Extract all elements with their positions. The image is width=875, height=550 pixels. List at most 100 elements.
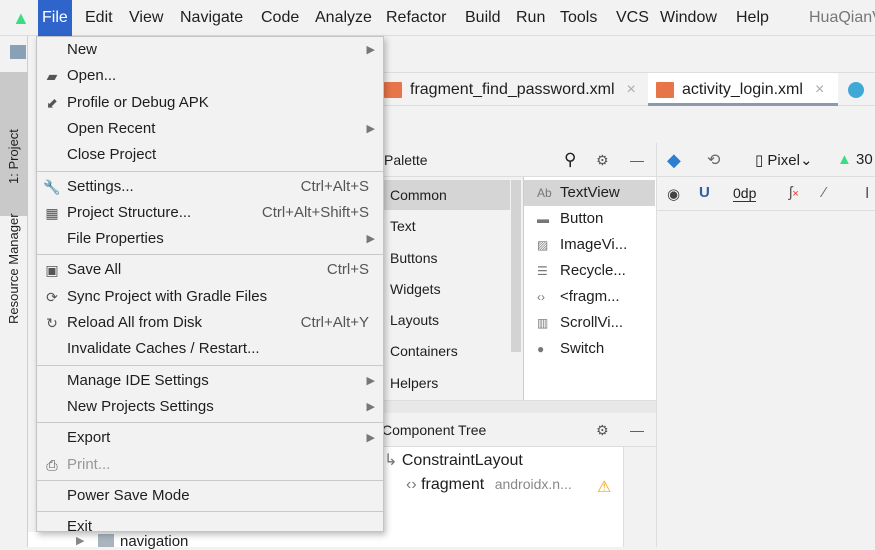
android-icon: ▲ — [837, 151, 852, 168]
align-icon[interactable]: Ⅰ — [865, 184, 869, 202]
palette-widget[interactable]: Ab TextView — [524, 180, 655, 206]
palette-category-widgets[interactable]: Widgets — [384, 274, 510, 304]
menu-navigate[interactable]: Navigate — [176, 0, 247, 36]
menu-edit[interactable]: Edit — [81, 0, 117, 36]
component-tree-title: Component Tree — [382, 422, 487, 438]
editor-tabs: fragment_find_password.xml × activity_log… — [376, 72, 875, 106]
project-folder-icon[interactable] — [10, 45, 26, 59]
api-label: 30 — [856, 151, 873, 168]
menu-item-label: Export — [67, 429, 111, 447]
file-menu-item-export[interactable]: Export ▶ — [37, 425, 383, 451]
class-file-icon[interactable] — [848, 82, 864, 98]
search-icon[interactable]: ⚲ — [564, 143, 576, 177]
menu-separator — [37, 364, 383, 366]
android-logo-icon: ▲ — [12, 8, 30, 28]
palette-category-layouts[interactable]: Layouts — [384, 305, 510, 335]
minimize-icon[interactable]: — — [630, 413, 644, 447]
file-menu-item-settings[interactable]: 🔧 Settings... Ctrl+Alt+S — [37, 174, 383, 200]
menu-file[interactable]: File — [38, 0, 72, 36]
file-menu-item-exit[interactable]: Exit — [37, 514, 383, 540]
tree-item-fragment[interactable]: ‹› fragment androidx.n... — [406, 476, 572, 494]
tab-fragment-find-password[interactable]: fragment_find_password.xml × — [376, 73, 646, 106]
menu-view[interactable]: View — [125, 0, 167, 36]
file-menu-item-profile-or-debug-apk[interactable]: ⬋ Profile or Debug APK — [37, 90, 383, 116]
menu-tools[interactable]: Tools — [556, 0, 601, 36]
api-selector[interactable]: ▲ 30 — [837, 151, 873, 168]
design-toolbar: ◆ ⟲ ▯ Pixel⌄ ▲ 30 — [656, 143, 875, 177]
menu-vcs[interactable]: VCS — [612, 0, 653, 36]
file-menu-item-new[interactable]: New ▶ — [37, 37, 383, 63]
reload-icon: ↻ — [46, 315, 58, 331]
layers-icon[interactable]: ◆ — [667, 150, 681, 171]
menu-window[interactable]: Window — [656, 0, 721, 36]
rotate-icon[interactable]: ⟲ — [707, 150, 720, 170]
palette-widget[interactable]: ‹› <fragm... — [524, 284, 655, 310]
file-menu-item-print[interactable]: ⎙ Print... — [37, 452, 383, 478]
close-tab-icon[interactable]: × — [815, 81, 824, 98]
gear-icon[interactable]: ⚙ — [596, 413, 609, 447]
palette-category-buttons[interactable]: Buttons — [384, 243, 510, 273]
xml-file-icon — [384, 82, 402, 98]
menu-run[interactable]: Run — [512, 0, 549, 36]
palette-category-common[interactable]: Common — [384, 180, 510, 210]
palette-category-containers[interactable]: Containers — [384, 336, 510, 366]
menu-build[interactable]: Build — [461, 0, 505, 36]
menu-item-label: Open Recent — [67, 119, 156, 137]
submenu-arrow-icon: ▶ — [366, 400, 375, 413]
file-menu-item-open[interactable]: ▰ Open... — [37, 63, 383, 89]
menu-refactor[interactable]: Refactor — [382, 0, 450, 36]
palette-category-helpers[interactable]: Helpers — [384, 368, 510, 398]
file-menu-item-invalidate-caches-restart[interactable]: Invalidate Caches / Restart... — [37, 336, 383, 362]
file-menu-item-file-properties[interactable]: File Properties ▶ — [37, 226, 383, 252]
device-selector[interactable]: ▯ Pixel⌄ — [755, 151, 813, 169]
palette-widget[interactable]: ▬ Button — [524, 206, 655, 232]
widget-label: Recycle... — [560, 262, 626, 279]
menu-item-label: Exit — [67, 518, 93, 536]
palette-widget[interactable]: ▨ ImageVi... — [524, 232, 655, 258]
shortcut-label: Ctrl+Alt+S — [300, 177, 369, 195]
splitter[interactable] — [376, 400, 656, 413]
magic-wand-icon[interactable]: ⁄ — [823, 184, 826, 201]
palette-widget[interactable]: ● Switch — [524, 336, 655, 362]
menu-item-label: Print... — [67, 455, 111, 473]
menu-item-label: Close Project — [67, 146, 157, 164]
menu-code[interactable]: Code — [257, 0, 303, 36]
widget-icon: ▥ — [537, 316, 549, 330]
palette-widget[interactable]: ▥ ScrollVi... — [524, 310, 655, 336]
menu-analyze[interactable]: Analyze — [311, 0, 376, 36]
tree-item-constraintlayout[interactable]: ↳ ConstraintLayout — [384, 450, 523, 470]
eye-icon[interactable]: ◉ — [667, 185, 680, 203]
file-menu-item-close-project[interactable]: Close Project — [37, 142, 383, 168]
left-tool-strip: 1: Project Resource Manager — [0, 36, 28, 547]
close-tab-icon[interactable]: × — [627, 81, 636, 98]
file-menu-item-project-structure[interactable]: ▦ Project Structure... Ctrl+Alt+Shift+S — [37, 200, 383, 226]
menu-bar: ▲ File Edit View Navigate Code Analyze R… — [0, 0, 875, 36]
minimize-icon[interactable]: — — [630, 143, 644, 177]
tab-label: activity_login.xml — [682, 81, 803, 98]
file-menu-item-save-all[interactable]: ▣ Save All Ctrl+S — [37, 257, 383, 283]
menu-separator — [37, 170, 383, 172]
file-menu-item-manage-ide-settings[interactable]: Manage IDE Settings ▶ — [37, 368, 383, 394]
clear-constraints-icon[interactable]: ʃ× — [789, 184, 799, 201]
palette-scrollbar[interactable] — [511, 180, 521, 352]
component-tree: ↳ ConstraintLayout ‹› fragment androidx.… — [376, 447, 624, 547]
project-tool-tab[interactable]: 1: Project — [0, 72, 28, 216]
file-menu-item-reload-all-from-disk[interactable]: ↻ Reload All from Disk Ctrl+Alt+Y — [37, 310, 383, 336]
magnet-icon[interactable]: U — [699, 184, 710, 201]
file-menu-item-open-recent[interactable]: Open Recent ▶ — [37, 116, 383, 142]
palette-category-text[interactable]: Text — [384, 211, 510, 241]
default-margin-field[interactable]: 0dp — [733, 185, 757, 202]
file-menu-item-new-projects-settings[interactable]: New Projects Settings ▶ — [37, 394, 383, 420]
design-canvas[interactable] — [656, 211, 875, 547]
menu-separator — [37, 479, 383, 481]
menu-help[interactable]: Help — [732, 0, 773, 36]
warning-icon[interactable]: ⚠ — [597, 477, 611, 497]
tree-class-label: androidx.n... — [494, 476, 572, 492]
tab-activity-login[interactable]: activity_login.xml × — [648, 73, 838, 106]
menu-item-label: New — [67, 41, 98, 58]
file-menu-item-sync-project-with-gradle-files[interactable]: ⟳ Sync Project with Gradle Files — [37, 284, 383, 310]
resource-manager-tab[interactable]: Resource Manager — [6, 213, 21, 324]
palette-widget[interactable]: ☰ Recycle... — [524, 258, 655, 284]
file-menu-item-power-save-mode[interactable]: Power Save Mode — [37, 483, 383, 509]
gear-icon[interactable]: ⚙ — [596, 143, 609, 177]
